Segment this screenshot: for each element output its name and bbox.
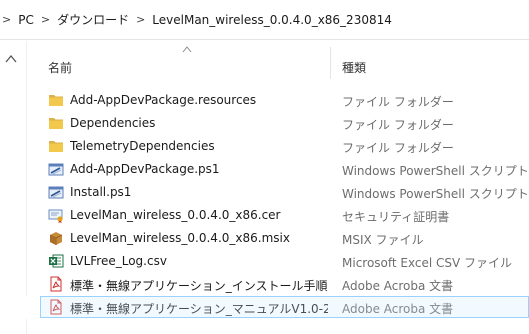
file-row[interactable]: Install.ps1 Windows PowerShell スクリプト xyxy=(26,181,529,204)
breadcrumb-downloads[interactable]: ダウンロード xyxy=(57,11,129,28)
file-name: 標準・無線アプリケーション_マニュアルV1.0-20... xyxy=(70,302,328,316)
breadcrumb-separator[interactable]: > xyxy=(41,13,50,26)
address-bar[interactable]: > PC > ダウンロード > LevelMan_wireless_0.0.4.… xyxy=(0,0,529,40)
powershell-script-icon xyxy=(48,163,64,176)
column-header-type[interactable]: 種類 xyxy=(342,59,366,76)
file-name: Add-AppDevPackage.resources xyxy=(70,93,257,107)
column-divider[interactable] xyxy=(330,47,331,79)
file-name: Install.ps1 xyxy=(70,185,132,199)
file-type: Windows PowerShell スクリプト xyxy=(342,164,529,178)
breadcrumb-current-folder[interactable]: LevelMan_wireless_0.0.4.0_x86_230814 xyxy=(152,13,392,27)
file-row[interactable]: Add-AppDevPackage.resources ファイル フォルダー xyxy=(26,89,529,112)
sort-ascending-icon xyxy=(182,46,192,53)
powershell-script-icon xyxy=(48,186,64,199)
file-type: ファイル フォルダー xyxy=(342,141,454,155)
file-name: 標準・無線アプリケーション_インストール手順書... xyxy=(70,279,328,293)
file-type: ファイル フォルダー xyxy=(342,118,454,132)
file-type: MSIX ファイル xyxy=(342,233,424,247)
file-type: ファイル フォルダー xyxy=(342,95,454,109)
file-name: LVLFree_Log.csv xyxy=(70,254,167,268)
file-row[interactable]: 標準・無線アプリケーション_インストール手順書... Adobe Acroba … xyxy=(26,273,529,296)
file-type: Adobe Acroba 文書 xyxy=(342,279,454,293)
package-icon xyxy=(49,232,63,245)
scroll-up-icon[interactable] xyxy=(4,53,18,65)
folder-icon xyxy=(49,118,63,129)
file-type: Microsoft Excel CSV ファイル xyxy=(342,256,513,270)
file-row[interactable]: LevelMan_wireless_0.0.4.0_x86.cer セキュリティ… xyxy=(26,204,529,227)
file-type: Windows PowerShell スクリプト xyxy=(342,187,529,201)
file-list: Add-AppDevPackage.resources ファイル フォルダー D… xyxy=(26,89,529,319)
breadcrumb-pc[interactable]: PC xyxy=(18,13,34,27)
file-name: Add-AppDevPackage.ps1 xyxy=(70,162,220,176)
file-name: LevelMan_wireless_0.0.4.0_x86.cer xyxy=(70,208,281,222)
navigation-pane xyxy=(0,41,27,334)
file-type: セキュリティ証明書 xyxy=(342,210,450,224)
file-row[interactable]: TelemetryDependencies ファイル フォルダー xyxy=(26,135,529,158)
file-name: TelemetryDependencies xyxy=(70,139,215,153)
pdf-icon xyxy=(50,276,62,292)
pdf-icon xyxy=(50,299,62,315)
file-name: Dependencies xyxy=(70,116,156,130)
file-row[interactable]: Dependencies ファイル フォルダー xyxy=(26,112,529,135)
file-name: LevelMan_wireless_0.0.4.0_x86.msix xyxy=(70,231,290,245)
breadcrumb-separator[interactable]: > xyxy=(136,13,145,26)
file-row[interactable]: LevelMan_wireless_0.0.4.0_x86.msix MSIX … xyxy=(26,227,529,250)
folder-icon xyxy=(49,141,63,152)
certificate-icon xyxy=(48,209,63,223)
excel-csv-icon xyxy=(49,254,64,268)
file-row[interactable]: LVLFree_Log.csv Microsoft Excel CSV ファイル xyxy=(26,250,529,273)
column-header: 名前 種類 xyxy=(26,41,529,81)
file-type: Adobe Acroba 文書 xyxy=(342,302,454,316)
file-row-selected[interactable]: 標準・無線アプリケーション_マニュアルV1.0-20... Adobe Acro… xyxy=(26,296,529,319)
column-header-name[interactable]: 名前 xyxy=(48,59,72,76)
file-row[interactable]: Add-AppDevPackage.ps1 Windows PowerShell… xyxy=(26,158,529,181)
folder-icon xyxy=(49,95,63,106)
breadcrumb-chevron[interactable]: > xyxy=(2,13,11,26)
